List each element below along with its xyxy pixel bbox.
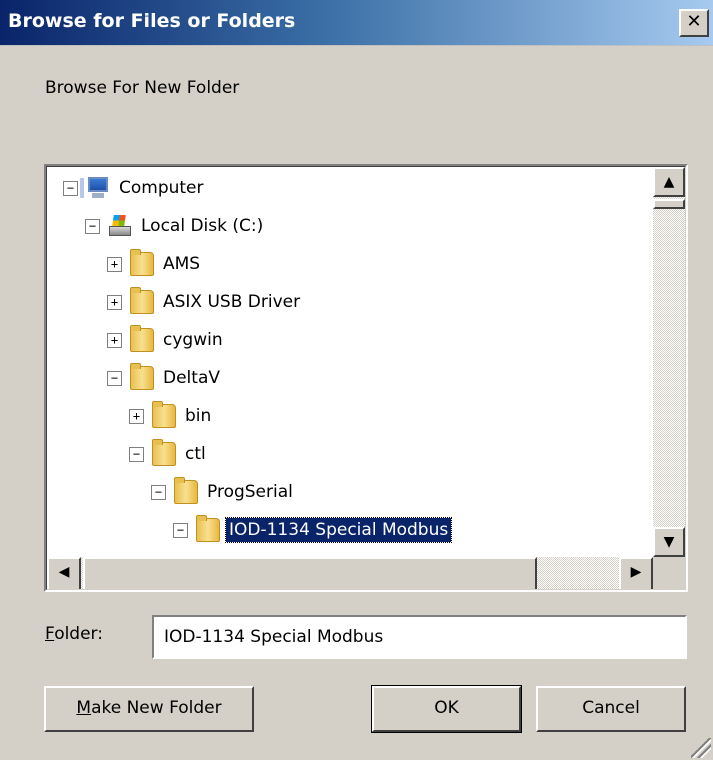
tree-node-label[interactable]: ASIX USB Driver [160,290,303,314]
instruction-text: Browse For New Folder [45,78,240,98]
tree-node-label[interactable]: AMS [160,252,203,276]
collapse-icon[interactable]: − [173,522,188,538]
collapse-icon[interactable]: − [63,180,78,196]
tree-node[interactable]: + AMS [107,246,203,282]
resize-grip-icon[interactable] [691,738,711,758]
tree-node[interactable]: + bin [129,398,214,434]
tree-node[interactable]: − Computer [63,170,207,206]
folder-label: Folder: [45,624,103,644]
scroll-up-icon: ▲ [663,174,675,190]
expand-icon[interactable]: + [107,294,122,310]
tree-node[interactable]: − DeltaV [107,360,223,396]
collapse-icon[interactable]: − [129,446,144,462]
tree-node[interactable]: + cygwin [107,322,226,358]
make-new-folder-button[interactable]: Make New Folder [44,686,254,732]
scroll-down-button[interactable]: ▼ [653,527,685,557]
folder-icon [196,515,220,542]
folder-tree: − Computer − Local Disk (C:) + AMS + ASIX USB D… [44,164,688,592]
expand-icon[interactable]: + [107,332,122,348]
tree-node[interactable]: − ctl [129,436,209,472]
horizontal-scroll-thumb[interactable] [83,557,537,589]
tree-node[interactable]: − Local Disk (C:) [85,208,266,244]
local-disk-icon [108,214,132,238]
tree-node[interactable]: − IOD-1134 Special Modbus [173,512,453,548]
tree-node-label[interactable]: ctl [182,442,209,466]
tree-node-partial [193,550,217,557]
folder-icon [130,249,154,276]
expand-icon[interactable]: + [107,256,122,272]
scroll-left-icon: ◀ [58,564,70,580]
folder-icon [174,477,198,504]
folder-icon [152,439,176,466]
tree-node-label[interactable]: Local Disk (C:) [138,214,266,238]
tree-viewport: − Computer − Local Disk (C:) + AMS + ASIX USB D… [47,167,653,557]
cancel-button[interactable]: Cancel [536,686,686,732]
folder-icon [152,401,176,428]
scroll-down-icon: ▼ [663,534,675,550]
close-icon: ✕ [686,11,702,32]
vertical-scrollbar[interactable]: ▲ ▼ [653,167,685,557]
scrollbar-corner [653,557,685,589]
tree-node[interactable]: + ASIX USB Driver [107,284,303,320]
folder-icon [130,325,154,352]
title-bar[interactable]: Browse for Files or Folders ✕ [0,0,713,46]
folder-icon [130,287,154,314]
scroll-right-icon: ▶ [630,564,642,580]
tree-node-label[interactable]: cygwin [160,328,226,352]
scroll-up-button[interactable]: ▲ [653,167,685,197]
tree-node[interactable]: − ProgSerial [151,474,296,510]
collapse-icon[interactable]: − [85,218,100,234]
collapse-icon[interactable]: − [107,370,122,386]
collapse-icon[interactable]: − [151,484,166,500]
scroll-right-button[interactable]: ▶ [619,557,653,589]
tree-node-label[interactable]: Computer [116,176,207,200]
tree-node-label[interactable]: DeltaV [160,366,223,390]
expand-icon[interactable]: + [129,408,144,424]
window-title: Browse for Files or Folders [8,10,296,32]
computer-icon [80,176,110,200]
folder-icon [130,363,154,390]
horizontal-scrollbar[interactable]: ◀ ▶ [47,557,653,589]
vertical-scroll-thumb[interactable] [653,199,685,209]
ok-button[interactable]: OK [371,685,522,733]
browse-dialog: Browse for Files or Folders ✕ Browse For… [0,0,713,760]
close-button[interactable]: ✕ [679,9,709,37]
tree-node-label[interactable]: IOD-1134 Special Modbus [224,517,453,543]
scroll-left-button[interactable]: ◀ [47,557,81,589]
tree-node-label[interactable]: bin [182,404,214,428]
folder-name-input[interactable] [152,615,687,659]
tree-node-label[interactable]: ProgSerial [204,480,296,504]
